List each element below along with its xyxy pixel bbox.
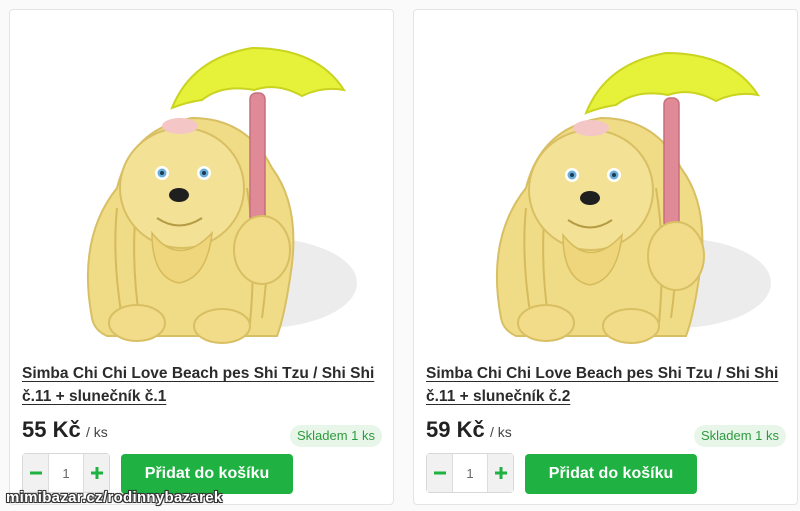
- minus-icon: [433, 471, 446, 475]
- stock-badge: Skladem 1 ks: [289, 425, 382, 447]
- quantity-input[interactable]: [49, 454, 83, 492]
- decrease-quantity-button[interactable]: [427, 454, 453, 492]
- product-image[interactable]: [426, 18, 786, 356]
- add-to-cart-button[interactable]: Přidat do košíku: [121, 454, 293, 494]
- site-watermark: mimibazar.cz/rodinnybazarek: [6, 489, 223, 506]
- decrease-quantity-button[interactable]: [23, 454, 49, 492]
- stock-badge: Skladem 1 ks: [693, 425, 786, 447]
- add-to-cart-button[interactable]: Přidat do košíku: [525, 454, 697, 494]
- product-title-link[interactable]: Simba Chi Chi Love Beach pes Shi Tzu / S…: [22, 362, 382, 408]
- product-image[interactable]: [22, 18, 382, 356]
- quantity-stepper: [426, 453, 514, 493]
- product-title-link[interactable]: Simba Chi Chi Love Beach pes Shi Tzu / S…: [426, 362, 786, 408]
- price-row: 59 Kč / ks Skladem 1 ks: [426, 415, 786, 447]
- product-price: 59 Kč: [426, 417, 485, 442]
- price-row: 55 Kč / ks Skladem 1 ks: [22, 415, 382, 447]
- increase-quantity-button[interactable]: [487, 454, 513, 492]
- quantity-stepper: [22, 453, 110, 493]
- product-card: Simba Chi Chi Love Beach pes Shi Tzu / S…: [9, 9, 394, 505]
- dog-umbrella-figurine-icon: [495, 51, 771, 344]
- dog-umbrella-figurine-icon: [86, 46, 357, 344]
- quantity-input[interactable]: [453, 454, 487, 492]
- product-grid: Simba Chi Chi Love Beach pes Shi Tzu / S…: [0, 0, 800, 511]
- price-unit: / ks: [86, 424, 108, 440]
- price-unit: / ks: [490, 424, 512, 440]
- plus-icon: [494, 467, 507, 479]
- product-card: Simba Chi Chi Love Beach pes Shi Tzu / S…: [413, 9, 798, 505]
- minus-icon: [29, 471, 42, 475]
- plus-icon: [90, 467, 103, 479]
- product-price: 55 Kč: [22, 417, 81, 442]
- increase-quantity-button[interactable]: [83, 454, 109, 492]
